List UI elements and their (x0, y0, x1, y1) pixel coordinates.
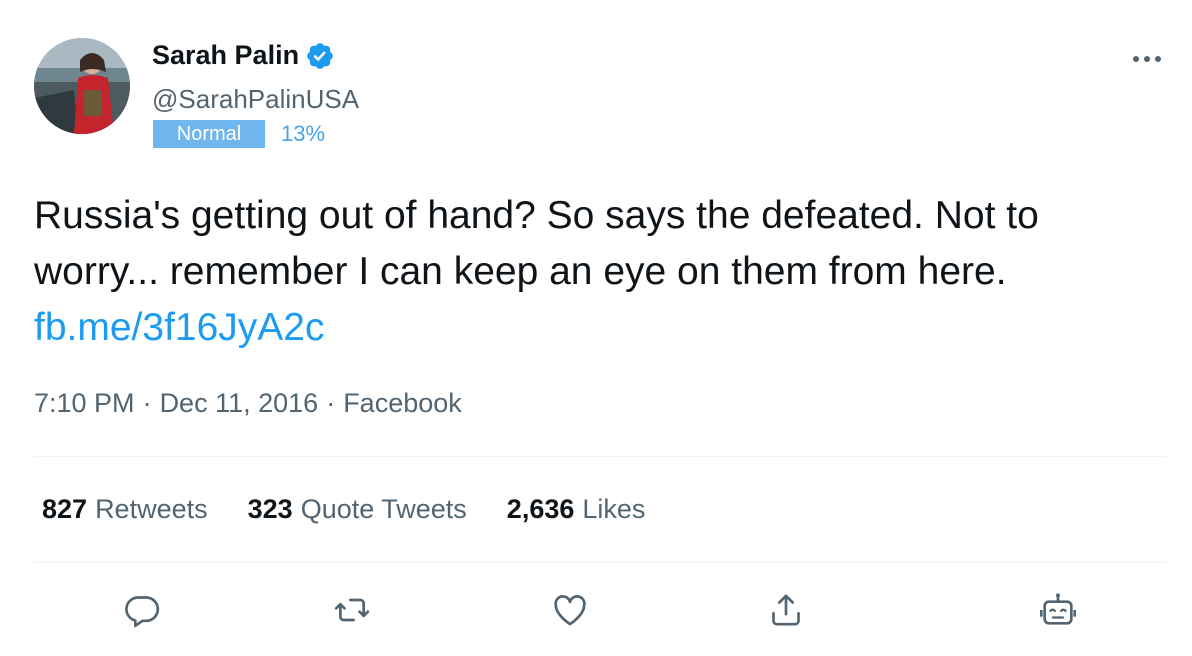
author-handle[interactable]: @SarahPalinUSA (152, 84, 359, 115)
toxicity-badge-row: Normal 13% (153, 120, 325, 148)
author-name-row[interactable]: Sarah Palin (152, 40, 335, 71)
verified-badge-icon (305, 41, 335, 71)
tweet-stats: 827 Retweets 323 Quote Tweets 2,636 Like… (42, 494, 685, 525)
tweet-meta: 7:10 PM · Dec 11, 2016 · Facebook (34, 388, 462, 419)
meta-separator: · (142, 388, 152, 418)
bot-icon[interactable] (1038, 590, 1078, 630)
avatar-image (34, 38, 130, 134)
quotes-label: Quote Tweets (300, 494, 467, 524)
meta-separator: · (326, 388, 336, 418)
likes-label: Likes (582, 494, 646, 524)
tweet-text: Russia's getting out of hand? So says th… (34, 188, 1154, 356)
quotes-count: 323 (247, 494, 293, 524)
tweet-link[interactable]: fb.me/3f16JyA2c (34, 306, 324, 349)
divider (34, 562, 1166, 563)
tweet-source[interactable]: Facebook (343, 388, 462, 419)
more-options-icon[interactable] (1130, 44, 1164, 74)
tweet-date[interactable]: Dec 11, 2016 (160, 388, 319, 419)
share-icon[interactable] (766, 590, 806, 630)
retweets-stat[interactable]: 827 Retweets (42, 494, 208, 525)
likes-count: 2,636 (506, 494, 575, 524)
retweets-label: Retweets (95, 494, 208, 524)
badge-percent: 13% (281, 121, 326, 146)
like-icon[interactable] (550, 590, 590, 630)
badge-label: Normal (153, 120, 265, 148)
avatar[interactable] (34, 38, 130, 134)
tweet-time[interactable]: 7:10 PM (34, 388, 135, 419)
retweets-count: 827 (42, 494, 88, 524)
author-name[interactable]: Sarah Palin (152, 40, 299, 71)
likes-stat[interactable]: 2,636 Likes (507, 494, 646, 525)
divider (34, 456, 1166, 457)
quote-tweets-stat[interactable]: 323 Quote Tweets (248, 494, 467, 525)
tweet-body: Russia's getting out of hand? So says th… (34, 194, 1039, 293)
retweet-icon[interactable] (332, 590, 372, 630)
reply-icon[interactable] (122, 590, 162, 630)
